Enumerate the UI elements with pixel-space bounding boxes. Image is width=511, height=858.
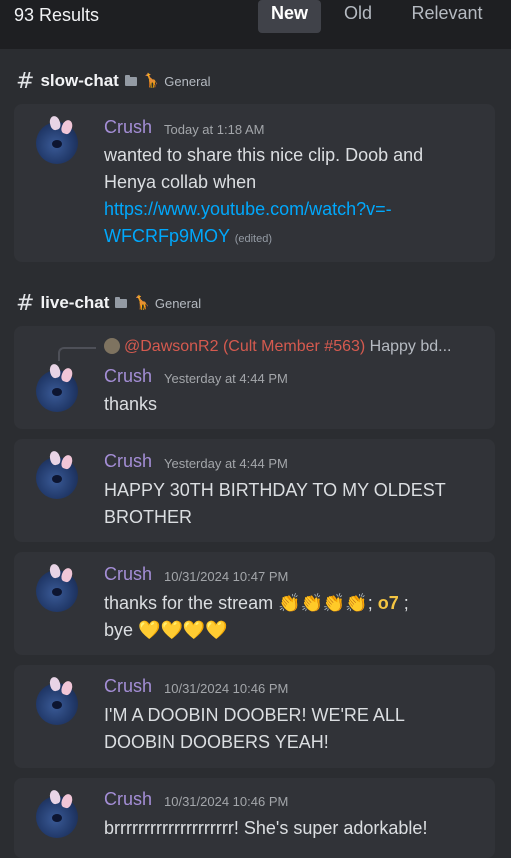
- username[interactable]: Crush: [104, 366, 152, 387]
- message-text: I'M A DOOBIN DOOBER! WE'RE ALL DOOBIN DO…: [104, 705, 405, 752]
- timestamp: 10/31/2024 10:46 PM: [164, 681, 289, 696]
- reply-avatar: [104, 338, 120, 354]
- clap-emoji: 👏👏👏👏: [278, 593, 368, 614]
- tab-relevant[interactable]: Relevant: [402, 0, 492, 33]
- avatar[interactable]: [36, 675, 78, 725]
- search-result-message[interactable]: Crush 10/31/2024 10:46 PM brrrrrrrrrrrrr…: [14, 778, 495, 858]
- message-text: thanks: [104, 394, 158, 414]
- search-result-message[interactable]: @DawsonR2 (Cult Member #563) Happy bd...…: [14, 326, 495, 429]
- message-body-2: bye: [104, 620, 134, 640]
- tab-new[interactable]: New: [258, 0, 321, 33]
- channel-name: live-chat: [40, 293, 110, 312]
- channel-header-live-chat[interactable]: # live-chat 🦒 General: [16, 290, 201, 316]
- salute-emoji: o7: [377, 593, 399, 613]
- search-result-message[interactable]: Crush 10/31/2024 10:46 PM I'M A DOOBIN D…: [14, 665, 495, 768]
- search-result-message[interactable]: Crush 10/31/2024 10:47 PM thanks for the…: [14, 552, 495, 655]
- avatar[interactable]: [36, 114, 78, 164]
- heart-emoji: 💛💛💛💛: [138, 620, 228, 641]
- category-name: General: [154, 295, 202, 311]
- reply-text: Happy bd...: [369, 338, 452, 355]
- search-result-message[interactable]: Crush Today at 1:18 AM wanted to share t…: [14, 104, 495, 262]
- message-text: thanks for the stream 👏👏👏👏; o7 ; bye 💛💛💛…: [104, 593, 409, 641]
- username[interactable]: Crush: [104, 676, 152, 697]
- folder-icon: [115, 296, 128, 308]
- search-result-message[interactable]: Crush Yesterday at 4:44 PM HAPPY 30TH BI…: [14, 439, 495, 542]
- avatar[interactable]: [36, 449, 78, 499]
- giraffe-icon: 🦒: [142, 73, 161, 89]
- timestamp: 10/31/2024 10:46 PM: [164, 794, 289, 809]
- username[interactable]: Crush: [104, 789, 152, 810]
- reply-preview[interactable]: @DawsonR2 (Cult Member #563) Happy bd...: [104, 338, 484, 356]
- reply-connector: [58, 347, 96, 361]
- tab-old[interactable]: Old: [336, 0, 380, 33]
- timestamp: Yesterday at 4:44 PM: [164, 456, 288, 471]
- avatar[interactable]: [36, 788, 78, 838]
- message-text: wanted to share this nice clip. Doob and…: [104, 142, 477, 253]
- username[interactable]: Crush: [104, 564, 152, 585]
- message-text: HAPPY 30TH BIRTHDAY TO MY OLDEST BROTHER: [104, 480, 446, 527]
- message-body: wanted to share this nice clip. Doob and…: [104, 145, 424, 192]
- category-name: General: [164, 73, 211, 89]
- hash-icon: #: [16, 68, 35, 94]
- username[interactable]: Crush: [104, 117, 152, 138]
- timestamp: 10/31/2024 10:47 PM: [164, 569, 289, 584]
- reply-mention[interactable]: @DawsonR2 (Cult Member #563): [124, 338, 365, 355]
- hash-icon: #: [16, 290, 35, 316]
- edited-label: (edited): [234, 233, 272, 245]
- message-text: brrrrrrrrrrrrrrrrrrrr! She's super adork…: [104, 818, 428, 838]
- results-count: 93 Results: [14, 5, 100, 25]
- timestamp: Today at 1:18 AM: [164, 122, 265, 137]
- username[interactable]: Crush: [104, 451, 152, 472]
- folder-icon: [124, 74, 137, 86]
- avatar[interactable]: [36, 362, 78, 412]
- channel-header-slow-chat[interactable]: # slow-chat 🦒 General: [16, 68, 211, 94]
- message-body: thanks for the stream: [104, 593, 274, 613]
- giraffe-icon: 🦒: [133, 295, 151, 311]
- avatar[interactable]: [36, 562, 78, 612]
- timestamp: Yesterday at 4:44 PM: [164, 371, 288, 386]
- channel-name: slow-chat: [40, 71, 119, 90]
- results-header: 93 Results New Old Relevant: [0, 0, 511, 49]
